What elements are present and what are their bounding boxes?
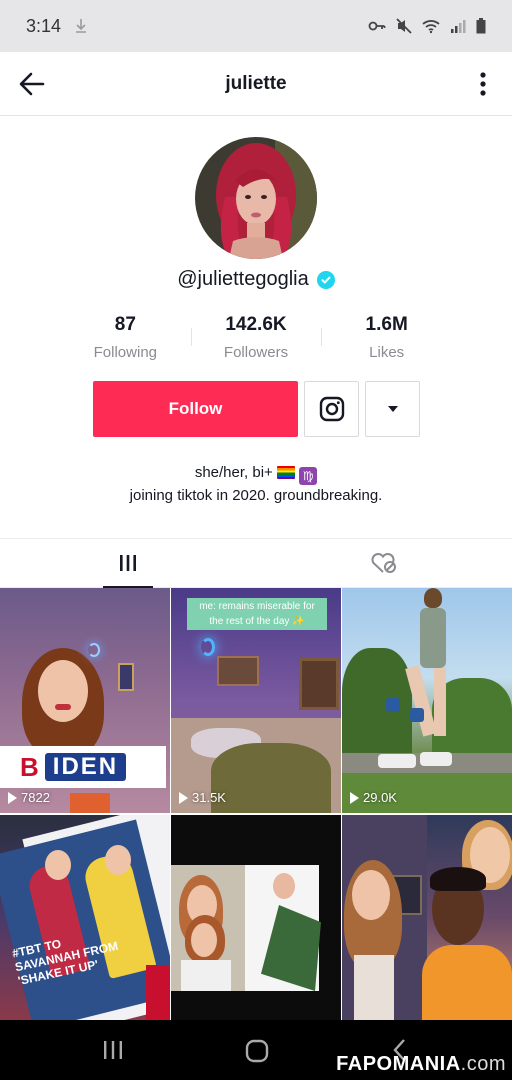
watermark-suffix: .com: [460, 1053, 506, 1075]
sign-letter-b: B: [20, 751, 39, 782]
system-nav-bar: FAPOMANIA.com: [0, 1020, 512, 1080]
handle-row: @juliettegoglia: [0, 268, 512, 291]
recent-apps-icon[interactable]: [102, 1040, 124, 1060]
bio-line-1: she/her, bi+ ♍: [0, 462, 512, 485]
virgo-icon: ♍: [299, 467, 318, 485]
follow-button[interactable]: Follow: [93, 381, 298, 437]
video-thumbnail[interactable]: [171, 815, 341, 1020]
verified-badge-icon: [316, 270, 335, 289]
video-thumbnail[interactable]: 29.0K: [342, 588, 512, 813]
stat-value: 142.6K: [225, 314, 287, 335]
instagram-icon: [319, 396, 344, 422]
video-thumbnail[interactable]: me: remains miserable for the rest of th…: [171, 588, 341, 813]
stat-label: Followers: [223, 344, 289, 361]
video-grid: B IDEN 7822 me: remains miserable for th…: [0, 588, 512, 1020]
video-thumbnail[interactable]: [342, 815, 512, 1020]
video-thumbnail[interactable]: #TBT TO SAVANNAH FROM 'SHAKE IT UP': [0, 815, 170, 1020]
view-count: 7822: [8, 790, 50, 805]
play-icon: [8, 791, 17, 804]
play-icon: [179, 791, 188, 804]
mute-icon: [396, 18, 412, 34]
rainbow-flag-icon: [276, 466, 295, 479]
signal-icon: [451, 20, 466, 33]
wifi-icon: [422, 20, 440, 34]
suggested-accounts-dropdown-button[interactable]: [365, 381, 420, 437]
stat-followers[interactable]: 142.6K Followers: [190, 314, 322, 361]
heart-lock-icon: [371, 553, 396, 573]
download-icon: [75, 18, 87, 34]
biden-sign: B IDEN: [0, 746, 166, 788]
view-count: 29.0K: [350, 790, 397, 805]
view-count: 31.5K: [179, 790, 226, 805]
view-count-text: 31.5K: [192, 790, 226, 805]
tab-videos[interactable]: [0, 539, 256, 588]
grid-icon: [120, 555, 136, 571]
bio-pronouns: she/her, bi+: [194, 464, 273, 481]
header-title: juliette: [225, 72, 287, 94]
key-icon: [368, 21, 386, 31]
status-time: 3:14: [26, 15, 62, 36]
status-bar: 3:14: [0, 0, 512, 52]
profile-tabs: [0, 538, 512, 588]
sign-text: IDEN: [44, 753, 127, 781]
watermark-main: FAPOMANIA: [336, 1053, 461, 1075]
profile-header: juliette: [0, 52, 512, 116]
instagram-button[interactable]: [304, 381, 359, 437]
stat-label: Following: [93, 344, 158, 361]
tab-liked[interactable]: [256, 539, 512, 587]
stat-label: Likes: [369, 344, 405, 361]
back-arrow-icon[interactable]: [18, 70, 46, 98]
video-thumbnail[interactable]: B IDEN 7822: [0, 588, 170, 813]
stat-value: 1.6M: [365, 314, 408, 335]
profile-handle: @juliettegoglia: [177, 268, 309, 290]
stat-value: 87: [114, 314, 136, 335]
home-icon[interactable]: [245, 1039, 269, 1063]
video-caption: me: remains miserable for the rest of th…: [187, 598, 327, 630]
profile-actions: Follow: [93, 381, 420, 437]
battery-icon: [476, 18, 486, 34]
avatar[interactable]: [195, 137, 317, 259]
profile-stats: 87 Following 142.6K Followers 1.6M Likes: [60, 314, 452, 361]
play-icon: [350, 791, 359, 804]
view-count-text: 7822: [21, 790, 50, 805]
more-options-icon[interactable]: [476, 70, 490, 98]
bio-line-2: joining tiktok in 2020. groundbreaking.: [129, 487, 383, 504]
watermark: FAPOMANIA.com: [336, 1053, 506, 1076]
view-count-text: 29.0K: [363, 790, 397, 805]
stat-following[interactable]: 87 Following: [60, 314, 191, 361]
caret-down-icon: [387, 406, 398, 412]
profile-bio: she/her, bi+ ♍ joining tiktok in 2020. g…: [0, 462, 512, 507]
stat-likes: 1.6M Likes: [321, 314, 452, 361]
